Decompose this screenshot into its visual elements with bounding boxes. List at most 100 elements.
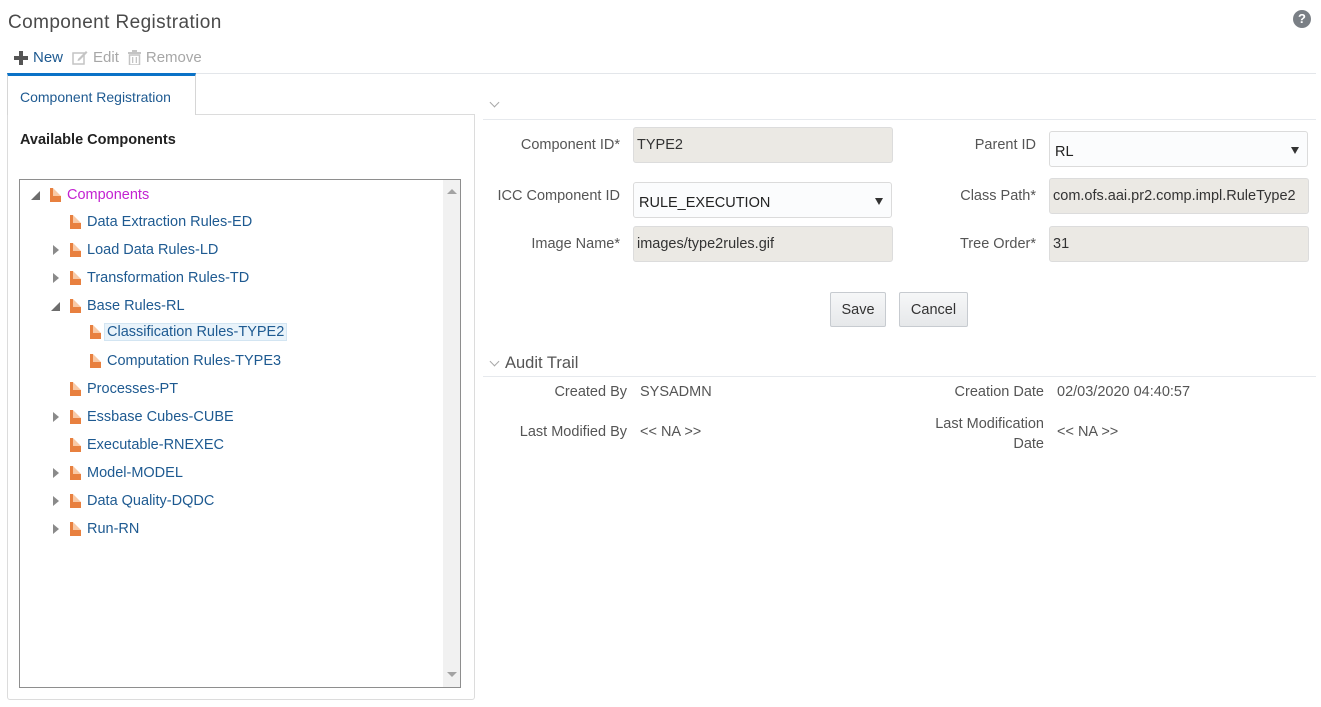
created-by-label: Created By xyxy=(554,384,627,400)
last-modified-by-label: Last Modified By xyxy=(519,424,627,440)
created-by-value: SYSADMN xyxy=(640,384,712,400)
tree-node-label: Run-RN xyxy=(87,521,140,537)
dropdown-caret-icon xyxy=(1291,147,1299,154)
form-divider xyxy=(483,119,1316,120)
document-icon xyxy=(70,522,81,536)
document-icon xyxy=(70,215,81,229)
toolbar: New Edit Remove xyxy=(14,49,211,66)
expanded-triangle-icon[interactable] xyxy=(50,300,62,312)
expanded-triangle-icon[interactable] xyxy=(30,189,42,201)
tree-order-label: Tree Order* xyxy=(959,236,1036,252)
document-icon xyxy=(90,354,101,368)
last-modification-date-label: Last Modification Date xyxy=(900,414,1044,454)
tree-node-label: Executable-RNEXEC xyxy=(87,437,224,453)
edit-label: Edit xyxy=(93,49,119,66)
tree-node-label: Load Data Rules-LD xyxy=(87,242,219,258)
tree-node[interactable]: Transformation Rules-TD xyxy=(50,267,249,289)
icc-component-id-label: ICC Component ID xyxy=(497,188,621,204)
tree-order-field[interactable]: 31 xyxy=(1049,226,1309,262)
collapsed-triangle-icon[interactable] xyxy=(50,411,62,423)
icc-component-id-select[interactable]: RULE_EXECUTION xyxy=(633,182,892,218)
tree-node[interactable]: Data Quality-DQDC xyxy=(50,490,214,512)
toolbar-divider xyxy=(8,73,1316,74)
tree-scrollbar[interactable] xyxy=(443,180,460,687)
collapsed-triangle-icon[interactable] xyxy=(50,495,62,507)
trash-icon xyxy=(127,50,141,65)
document-icon xyxy=(70,243,81,257)
collapsed-triangle-icon[interactable] xyxy=(50,523,62,535)
tree-node-label: Classification Rules-TYPE2 xyxy=(104,323,288,341)
class-path-field[interactable]: com.ofs.aai.pr2.comp.impl.RuleType2 xyxy=(1049,178,1309,214)
tree-node-label: Data Quality-DQDC xyxy=(87,493,215,509)
document-icon xyxy=(70,438,81,452)
panel-heading: Available Components xyxy=(20,132,176,148)
collapsed-triangle-icon[interactable] xyxy=(50,244,62,256)
tab-component-registration[interactable]: Component Registration xyxy=(7,73,196,115)
image-name-field[interactable]: images/type2rules.gif xyxy=(633,226,893,262)
parent-id-value: RL xyxy=(1055,144,1074,160)
tree-node-label: Transformation Rules-TD xyxy=(87,270,250,286)
cancel-button[interactable]: Cancel xyxy=(899,292,968,327)
available-components-panel: Available Components Components Data Extr… xyxy=(7,114,475,700)
collapsed-triangle-icon[interactable] xyxy=(50,272,62,284)
tree-node-label: Processes-PT xyxy=(87,381,179,397)
plus-icon xyxy=(14,50,28,65)
tree-node[interactable]: Processes-PT xyxy=(50,378,178,400)
document-icon xyxy=(70,382,81,396)
component-id-field[interactable]: TYPE2 xyxy=(633,127,893,163)
last-modification-date-value: << NA >> xyxy=(1057,424,1119,440)
new-label: New xyxy=(33,49,64,66)
new-button[interactable]: New xyxy=(14,49,63,66)
last-modification-date-label-line2: Date xyxy=(1013,436,1044,452)
tree-node-label: Components xyxy=(67,187,150,203)
document-icon xyxy=(70,494,81,508)
tree-node-label: Model-MODEL xyxy=(87,465,183,481)
last-modification-date-label-line1: Last Modification xyxy=(935,416,1044,432)
icc-component-id-value: RULE_EXECUTION xyxy=(639,195,771,211)
document-icon xyxy=(70,466,81,480)
component-id-label: Component ID* xyxy=(520,137,620,153)
tree-node[interactable]: Executable-RNEXEC xyxy=(50,434,224,456)
parent-id-select[interactable]: RL xyxy=(1049,131,1308,167)
creation-date-label: Creation Date xyxy=(954,384,1044,400)
tree-node[interactable]: Base Rules-RL xyxy=(50,295,185,317)
tree-node[interactable]: Components xyxy=(30,184,149,206)
tree-node-label: Base Rules-RL xyxy=(87,298,185,314)
class-path-label: Class Path* xyxy=(960,188,1036,204)
edit-button[interactable]: Edit xyxy=(72,49,119,66)
tree-node[interactable]: Run-RN xyxy=(50,518,139,540)
tree-node[interactable]: Load Data Rules-LD xyxy=(50,239,218,261)
save-button[interactable]: Save xyxy=(830,292,886,327)
tree-node[interactable]: Essbase Cubes-CUBE xyxy=(50,406,234,428)
dropdown-caret-icon xyxy=(875,198,883,205)
audit-trail-title[interactable]: Audit Trail xyxy=(505,354,578,373)
scroll-down-arrow-icon[interactable] xyxy=(447,672,457,677)
page-title: Component Registration xyxy=(8,12,222,33)
help-icon[interactable]: ? xyxy=(1293,10,1311,28)
document-icon xyxy=(90,325,101,339)
scroll-up-arrow-icon[interactable] xyxy=(447,189,457,194)
tree-node-label: Data Extraction Rules-ED xyxy=(87,214,253,230)
tree-node[interactable]: Classification Rules-TYPE2 xyxy=(70,321,288,343)
image-name-label: Image Name* xyxy=(531,236,620,252)
parent-id-label: Parent ID xyxy=(974,137,1036,153)
last-modified-by-value: << NA >> xyxy=(640,424,702,440)
collapsed-triangle-icon[interactable] xyxy=(50,467,62,479)
tree-node[interactable]: Computation Rules-TYPE3 xyxy=(70,350,281,372)
form-collapse-chevron-icon[interactable] xyxy=(490,99,500,109)
edit-icon xyxy=(72,50,88,65)
creation-date-value: 02/03/2020 04:40:57 xyxy=(1057,384,1191,400)
remove-button[interactable]: Remove xyxy=(127,49,202,66)
audit-trail-chevron-icon[interactable] xyxy=(490,358,500,368)
component-tree: Components Data Extraction Rules-ED Load D… xyxy=(19,179,461,688)
document-icon xyxy=(70,271,81,285)
tree-node[interactable]: Model-MODEL xyxy=(50,462,183,484)
audit-trail-divider xyxy=(483,376,1316,377)
tree-node[interactable]: Data Extraction Rules-ED xyxy=(50,211,252,233)
document-icon xyxy=(50,188,61,202)
document-icon xyxy=(70,410,81,424)
tree-node-label: Essbase Cubes-CUBE xyxy=(87,409,234,425)
tree-node-label: Computation Rules-TYPE3 xyxy=(107,353,282,369)
document-icon xyxy=(70,299,81,313)
remove-label: Remove xyxy=(145,49,202,66)
